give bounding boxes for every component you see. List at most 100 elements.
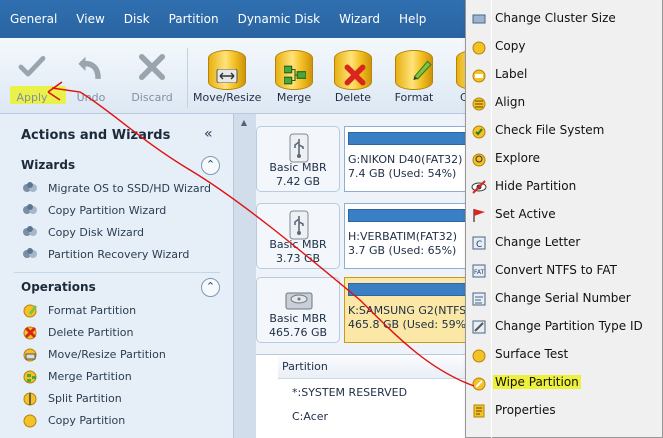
toolbar-separator bbox=[187, 48, 188, 108]
column-header-partition[interactable]: Partition bbox=[278, 355, 478, 379]
discard-label: Discard bbox=[131, 91, 173, 104]
disk-size: 465.76 GB bbox=[268, 326, 328, 339]
delete-button[interactable]: Delete bbox=[327, 38, 379, 114]
context-menu-item-change-serial-number[interactable]: Change Serial Number bbox=[466, 285, 663, 313]
surface-test-icon bbox=[472, 349, 486, 363]
change-letter-icon: C bbox=[472, 236, 486, 250]
context-menu-item-change-partition-type-id[interactable]: Change Partition Type ID bbox=[466, 313, 663, 341]
context-menu-item-properties[interactable]: Properties bbox=[466, 397, 663, 425]
operation-label: Merge Partition bbox=[48, 369, 132, 383]
undo-button[interactable]: Undo bbox=[64, 38, 118, 114]
format-button[interactable]: Format bbox=[388, 38, 440, 114]
undo-label: Undo bbox=[76, 91, 106, 104]
operation-item-delete[interactable]: Delete Partition bbox=[22, 322, 133, 342]
move-resize-button[interactable]: Move/Resize bbox=[193, 38, 261, 114]
disk-type: Basic MBR bbox=[269, 312, 327, 325]
disk-size: 7.42 GB bbox=[275, 175, 321, 188]
copy-disk-wizard-icon bbox=[23, 226, 37, 236]
operation-label: Split Partition bbox=[48, 391, 122, 405]
pencil-icon bbox=[413, 60, 432, 80]
table-row[interactable]: C:Acer bbox=[292, 410, 328, 423]
context-menu-item-label[interactable]: Label bbox=[466, 61, 663, 89]
partition-usage: 465.8 GB (Used: 59%) bbox=[348, 318, 471, 331]
context-menu-label: Surface Test bbox=[495, 347, 569, 361]
merge-arrows-icon bbox=[284, 65, 306, 85]
merge-partition-icon bbox=[23, 370, 37, 384]
apply-button[interactable]: Apply bbox=[6, 38, 58, 114]
context-menu-item-surface-test[interactable]: Surface Test bbox=[466, 341, 663, 369]
context-menu-item-check-file-system[interactable]: Check File System bbox=[466, 117, 663, 145]
context-menu-item-align[interactable]: Align bbox=[466, 89, 663, 117]
svg-text:C: C bbox=[476, 240, 482, 250]
partition-usage-bar bbox=[348, 283, 473, 296]
context-menu-item-copy[interactable]: Copy bbox=[466, 33, 663, 61]
menu-general[interactable]: General bbox=[0, 0, 66, 38]
align-icon bbox=[472, 97, 486, 111]
operation-item-format[interactable]: Format Partition bbox=[22, 300, 136, 320]
context-menu-label: Label bbox=[495, 67, 528, 81]
context-menu-label: Align bbox=[495, 95, 526, 109]
hide-partition-icon bbox=[471, 180, 487, 194]
merge-button[interactable]: Merge bbox=[268, 38, 320, 114]
partition-recovery-wizard-icon bbox=[23, 248, 37, 258]
operations-collapse-icon[interactable]: ⌃ bbox=[201, 278, 220, 297]
context-menu-item-hide-partition[interactable]: Hide Partition bbox=[466, 173, 663, 201]
table-row[interactable]: *:SYSTEM RESERVED bbox=[292, 386, 407, 399]
wizard-item-copy-disk[interactable]: Copy Disk Wizard bbox=[22, 222, 144, 242]
disk-info[interactable]: Basic MBR 7.42 GB bbox=[256, 126, 340, 192]
collapse-panel-icon[interactable]: « bbox=[204, 126, 213, 142]
partition-name: K:SAMSUNG G2(NTFS) bbox=[348, 304, 471, 317]
scroll-up-arrow-icon[interactable]: ▲ bbox=[238, 118, 250, 130]
partition-name: G:NIKON D40(FAT32) bbox=[348, 153, 463, 166]
panel-splitter[interactable] bbox=[234, 114, 256, 438]
menu-help[interactable]: Help bbox=[389, 0, 435, 38]
menu-disk[interactable]: Disk bbox=[114, 0, 159, 38]
apply-label: Apply bbox=[16, 91, 48, 104]
context-menu-label: Copy bbox=[495, 39, 526, 53]
usb-drive-icon bbox=[289, 210, 309, 240]
context-menu: Change Cluster Size Copy Label Align Check F… bbox=[465, 0, 663, 438]
operation-item-split[interactable]: Split Partition bbox=[22, 388, 122, 408]
operation-item-move-resize[interactable]: Move/Resize Partition bbox=[22, 344, 166, 364]
wizard-item-partition-recovery[interactable]: Partition Recovery Wizard bbox=[22, 244, 189, 264]
wizard-label: Partition Recovery Wizard bbox=[48, 247, 190, 261]
discard-button[interactable]: Discard bbox=[124, 38, 180, 114]
operations-section-title: Operations bbox=[21, 280, 96, 294]
convert-ntfs-icon: FAT bbox=[472, 264, 486, 278]
partition-block[interactable]: H:VERBATIM(FAT32) 3.7 GB (Used: 65%) bbox=[344, 203, 474, 269]
undo-arrow-icon bbox=[78, 56, 101, 79]
context-menu-label: Wipe Partition bbox=[493, 375, 581, 389]
usb-drive-icon bbox=[289, 133, 309, 163]
menu-wizard[interactable]: Wizard bbox=[329, 0, 389, 38]
context-menu-label: Change Cluster Size bbox=[495, 11, 616, 25]
wizard-label: Migrate OS to SSD/HD Wizard bbox=[48, 181, 211, 195]
context-menu-item-wipe-partition[interactable]: Wipe Partition bbox=[466, 369, 663, 397]
wizard-item-migrate-os[interactable]: Migrate OS to SSD/HD Wizard bbox=[22, 178, 211, 198]
partition-usage: 7.4 GB (Used: 54%) bbox=[348, 167, 457, 180]
context-menu-item-set-active[interactable]: Set Active bbox=[466, 201, 663, 229]
context-menu-label: Check File System bbox=[495, 123, 605, 137]
red-x-icon bbox=[344, 64, 366, 86]
context-menu-item-explore[interactable]: Explore bbox=[466, 145, 663, 173]
menu-view[interactable]: View bbox=[66, 0, 113, 38]
delete-label: Delete bbox=[334, 91, 372, 104]
menu-dynamic-disk[interactable]: Dynamic Disk bbox=[228, 0, 330, 38]
menu-partition[interactable]: Partition bbox=[159, 0, 228, 38]
operation-item-merge[interactable]: Merge Partition bbox=[22, 366, 132, 386]
context-menu-label: Change Serial Number bbox=[495, 291, 631, 305]
context-menu-label: Hide Partition bbox=[495, 179, 577, 193]
wizards-collapse-icon[interactable]: ⌃ bbox=[201, 156, 220, 175]
context-menu-label: Explore bbox=[495, 151, 541, 165]
context-menu-item-change-letter[interactable]: C Change Letter bbox=[466, 229, 663, 257]
partition-block-selected[interactable]: K:SAMSUNG G2(NTFS) 465.8 GB (Used: 59%) bbox=[344, 277, 474, 343]
checkmark-icon bbox=[18, 55, 46, 77]
wizards-section-title: Wizards bbox=[21, 158, 76, 172]
context-menu-item-change-cluster-size[interactable]: Change Cluster Size bbox=[466, 5, 663, 33]
context-menu-item-convert-ntfs-to-fat[interactable]: FAT Convert NTFS to FAT bbox=[466, 257, 663, 285]
operation-item-copy[interactable]: Copy Partition bbox=[22, 410, 125, 430]
svg-text:FAT: FAT bbox=[474, 269, 485, 276]
partition-block[interactable]: G:NIKON D40(FAT32) 7.4 GB (Used: 54%) bbox=[344, 126, 474, 192]
disk-info[interactable]: Basic MBR 465.76 GB bbox=[256, 277, 340, 343]
wizard-item-copy-partition[interactable]: Copy Partition Wizard bbox=[22, 200, 166, 220]
disk-info[interactable]: Basic MBR 3.73 GB bbox=[256, 203, 340, 269]
